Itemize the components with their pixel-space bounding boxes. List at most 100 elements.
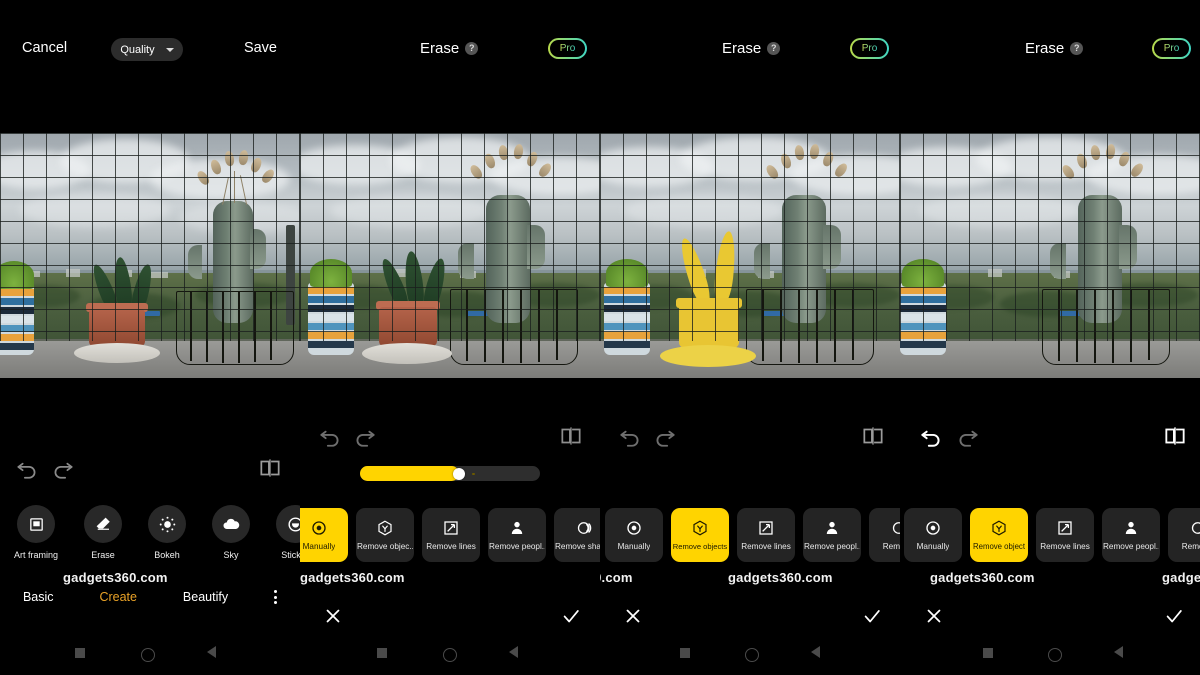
tile-label: Remove lines bbox=[1040, 542, 1090, 551]
panel4-tool-tiles: Manually Remove object Remove lines Remo… bbox=[904, 508, 1200, 562]
android-navbar bbox=[300, 635, 600, 675]
slider-fill bbox=[360, 466, 459, 481]
photo-canvas-selection[interactable] bbox=[600, 133, 900, 378]
confirm-erase-button[interactable] bbox=[861, 605, 883, 632]
square-recents-icon[interactable] bbox=[75, 648, 85, 658]
tile-remove-lines[interactable]: Remove lines bbox=[737, 508, 795, 562]
pro-badge[interactable]: Pro bbox=[1152, 38, 1191, 59]
tile-remove-people[interactable]: Remove peopl.. bbox=[1102, 508, 1160, 562]
tile-remove-shadow[interactable]: Remove bbox=[1168, 508, 1200, 562]
manual-brush-icon bbox=[310, 519, 328, 537]
android-navbar bbox=[600, 635, 900, 675]
erase-title-group: Erase ? bbox=[1025, 40, 1084, 57]
tile-remove-people[interactable]: Remove peopl.. bbox=[803, 508, 861, 562]
tool-bokeh[interactable]: Bokeh bbox=[148, 505, 187, 560]
panel4-topbar: Erase ? Pro bbox=[900, 0, 1200, 130]
page-title: Erase bbox=[1025, 40, 1065, 57]
tile-label: Remove peopl.. bbox=[804, 542, 860, 551]
redo-icon[interactable] bbox=[352, 423, 378, 449]
tile-manually[interactable]: Manually bbox=[605, 508, 663, 562]
circle-home-icon[interactable] bbox=[443, 648, 457, 662]
triangle-back-icon[interactable] bbox=[207, 646, 216, 658]
tool-sky[interactable]: Sky bbox=[212, 505, 251, 560]
brush-size-slider[interactable] bbox=[360, 466, 540, 481]
triangle-back-icon[interactable] bbox=[1114, 646, 1123, 658]
mesh-netting bbox=[300, 133, 600, 342]
tile-label: Remove bbox=[882, 542, 900, 551]
tile-remove-people[interactable]: Remove peopl.. bbox=[488, 508, 546, 562]
tool-label: Sticker bbox=[281, 550, 300, 560]
cancel-erase-button[interactable] bbox=[923, 605, 945, 632]
circle-home-icon[interactable] bbox=[141, 648, 155, 662]
cancel-erase-button[interactable] bbox=[622, 605, 644, 632]
screenshot-root: Cancel Quality Save Art framing Erase Bo… bbox=[0, 0, 1200, 675]
square-recents-icon[interactable] bbox=[680, 648, 690, 658]
redo-icon[interactable] bbox=[652, 423, 678, 449]
triangle-back-icon[interactable] bbox=[811, 646, 820, 658]
help-question-icon[interactable]: ? bbox=[1070, 42, 1084, 55]
watermark: gadgets360.com bbox=[63, 570, 168, 585]
tile-remove-objects[interactable]: Remove objec.. bbox=[356, 508, 414, 562]
compare-split-icon[interactable] bbox=[1162, 423, 1188, 449]
tile-remove-shadow[interactable]: Remove bbox=[869, 508, 900, 562]
bokeh-icon bbox=[148, 505, 187, 543]
remove-shadow-icon bbox=[889, 519, 900, 537]
panel1-topbar: Cancel Quality Save bbox=[0, 0, 300, 130]
tool-label: Erase bbox=[91, 550, 115, 560]
pro-badge[interactable]: Pro bbox=[548, 38, 587, 59]
redo-icon[interactable] bbox=[50, 455, 76, 481]
erase-title-group: Erase ? bbox=[722, 40, 781, 57]
tile-remove-lines[interactable]: Remove lines bbox=[1036, 508, 1094, 562]
confirm-erase-button[interactable] bbox=[1163, 605, 1185, 632]
triangle-back-icon[interactable] bbox=[509, 646, 518, 658]
cancel-button[interactable]: Cancel bbox=[22, 40, 67, 56]
help-question-icon[interactable]: ? bbox=[465, 42, 479, 55]
undo-icon[interactable] bbox=[918, 423, 944, 449]
compare-split-icon[interactable] bbox=[558, 423, 584, 449]
pro-badge[interactable]: Pro bbox=[850, 38, 889, 59]
panel2-control-row bbox=[300, 423, 600, 457]
tool-sticker[interactable]: Sticker bbox=[276, 505, 300, 560]
tool-erase[interactable]: Erase bbox=[84, 505, 123, 560]
slider-knob[interactable] bbox=[453, 467, 465, 480]
compare-split-icon[interactable] bbox=[257, 455, 283, 481]
circle-home-icon[interactable] bbox=[1048, 648, 1062, 662]
tile-manually[interactable]: Manually bbox=[300, 508, 348, 562]
tile-label: Remove objects bbox=[672, 542, 728, 551]
undo-icon[interactable] bbox=[14, 455, 40, 481]
confirm-erase-button[interactable] bbox=[560, 605, 582, 632]
quality-dropdown[interactable]: Quality bbox=[111, 38, 183, 61]
tile-manually[interactable]: Manually bbox=[904, 508, 962, 562]
redo-icon[interactable] bbox=[955, 423, 981, 449]
tile-label: Remove lines bbox=[426, 542, 476, 551]
category-basic[interactable]: Basic bbox=[23, 590, 54, 604]
cancel-erase-button[interactable] bbox=[322, 605, 344, 632]
panel-erase-selection: Erase ? Pro Manually Remove objects Remo… bbox=[600, 0, 900, 675]
undo-icon[interactable] bbox=[617, 423, 643, 449]
photo-canvas-original[interactable] bbox=[0, 133, 300, 378]
remove-lines-icon bbox=[1056, 519, 1074, 537]
undo-icon[interactable] bbox=[317, 423, 343, 449]
android-navbar bbox=[900, 635, 1200, 675]
pro-label: Pro bbox=[1163, 43, 1180, 54]
kebab-menu-icon[interactable] bbox=[274, 590, 277, 604]
tile-remove-object[interactable]: Remove object bbox=[970, 508, 1028, 562]
tile-label: Remove peopl.. bbox=[1103, 542, 1159, 551]
category-create[interactable]: Create bbox=[99, 590, 137, 604]
watermark: gadgets360.com bbox=[930, 570, 1035, 585]
tool-art-framing[interactable]: Art framing bbox=[14, 505, 58, 560]
category-beautify[interactable]: Beautify bbox=[183, 590, 228, 604]
help-question-icon[interactable]: ? bbox=[767, 42, 781, 55]
photo-canvas-manual[interactable] bbox=[300, 133, 600, 378]
compare-split-icon[interactable] bbox=[860, 423, 886, 449]
remove-object-icon bbox=[376, 519, 394, 537]
tile-remove-shadow[interactable]: Remove shadow bbox=[554, 508, 600, 562]
save-button[interactable]: Save bbox=[244, 40, 277, 56]
tile-remove-lines[interactable]: Remove lines bbox=[422, 508, 480, 562]
saucer-masked bbox=[660, 345, 756, 367]
square-recents-icon[interactable] bbox=[983, 648, 993, 658]
tile-remove-objects[interactable]: Remove objects bbox=[671, 508, 729, 562]
photo-canvas-result[interactable] bbox=[900, 133, 1200, 378]
square-recents-icon[interactable] bbox=[377, 648, 387, 658]
circle-home-icon[interactable] bbox=[745, 648, 759, 662]
